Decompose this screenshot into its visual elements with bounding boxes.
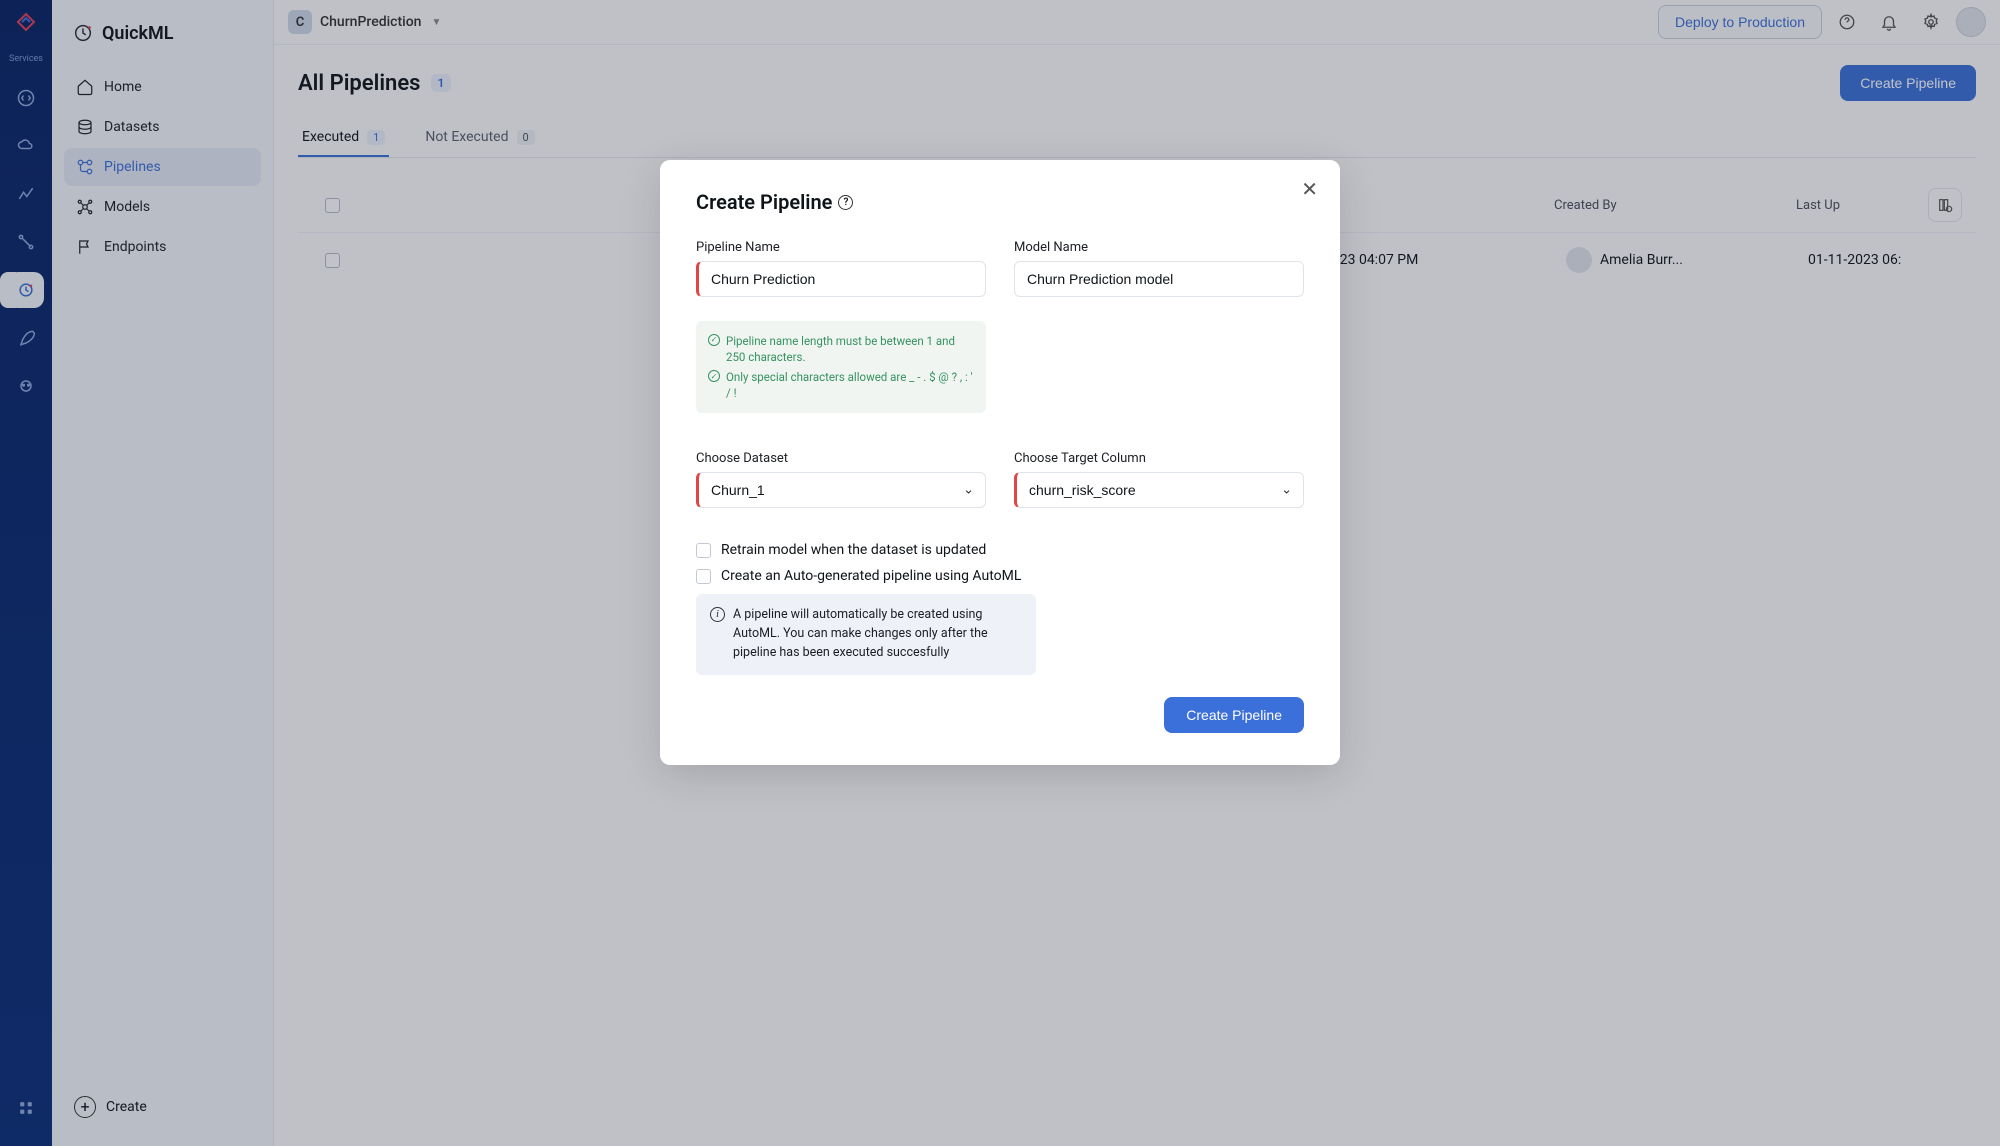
info-box: i A pipeline will automatically be creat…: [696, 594, 1036, 674]
target-label: Choose Target Column: [1014, 451, 1304, 466]
info-text: A pipeline will automatically be created…: [733, 606, 1022, 662]
validation-rule: Only special characters allowed are _ - …: [726, 369, 974, 401]
modal-title: Create Pipeline ?: [696, 190, 1304, 214]
checkbox-icon[interactable]: [696, 543, 711, 558]
create-pipeline-modal: ✕ Create Pipeline ? Pipeline Name Model …: [660, 160, 1340, 765]
retrain-checkbox-row[interactable]: Retrain model when the dataset is update…: [696, 542, 1304, 558]
validation-box: ✓ Pipeline name length must be between 1 …: [696, 321, 986, 413]
submit-create-pipeline-button[interactable]: Create Pipeline: [1164, 697, 1304, 733]
close-icon[interactable]: ✕: [1301, 180, 1318, 200]
pipeline-name-label: Pipeline Name: [696, 240, 986, 255]
pipeline-name-input[interactable]: [696, 261, 986, 297]
retrain-label: Retrain model when the dataset is update…: [721, 542, 986, 558]
dataset-select[interactable]: [696, 472, 986, 508]
dataset-label: Choose Dataset: [696, 451, 986, 466]
check-icon: ✓: [708, 370, 720, 382]
checkbox-icon[interactable]: [696, 569, 711, 584]
modal-overlay: ✕ Create Pipeline ? Pipeline Name Model …: [0, 0, 2000, 1146]
validation-rule: Pipeline name length must be between 1 a…: [726, 333, 974, 365]
model-name-input[interactable]: [1014, 261, 1304, 297]
info-icon: i: [710, 607, 725, 622]
automl-checkbox-row[interactable]: Create an Auto-generated pipeline using …: [696, 568, 1304, 584]
help-icon[interactable]: ?: [838, 195, 853, 210]
automl-label: Create an Auto-generated pipeline using …: [721, 568, 1021, 584]
check-icon: ✓: [708, 334, 720, 346]
target-select[interactable]: [1014, 472, 1304, 508]
model-name-label: Model Name: [1014, 240, 1304, 255]
